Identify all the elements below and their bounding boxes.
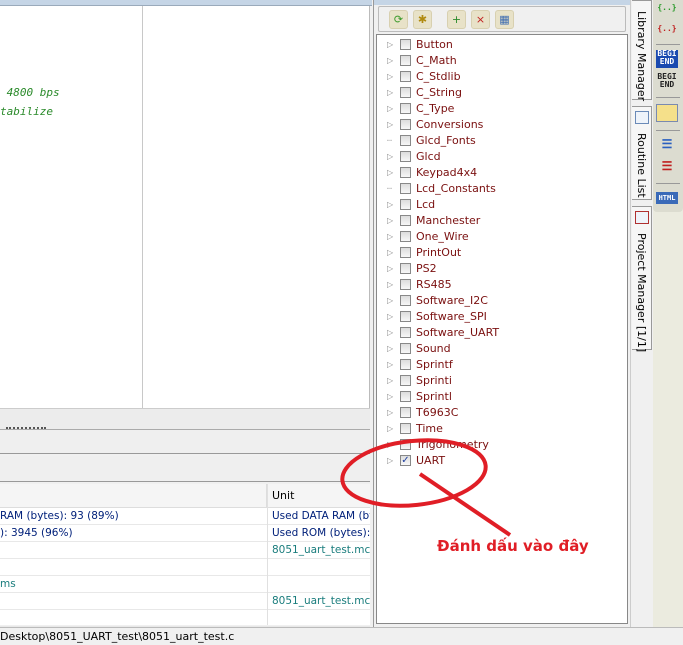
annotation-circle [340,438,488,508]
annotation-text: Đánh dấu vào đây [437,537,589,555]
annotation-arrow [418,472,512,537]
